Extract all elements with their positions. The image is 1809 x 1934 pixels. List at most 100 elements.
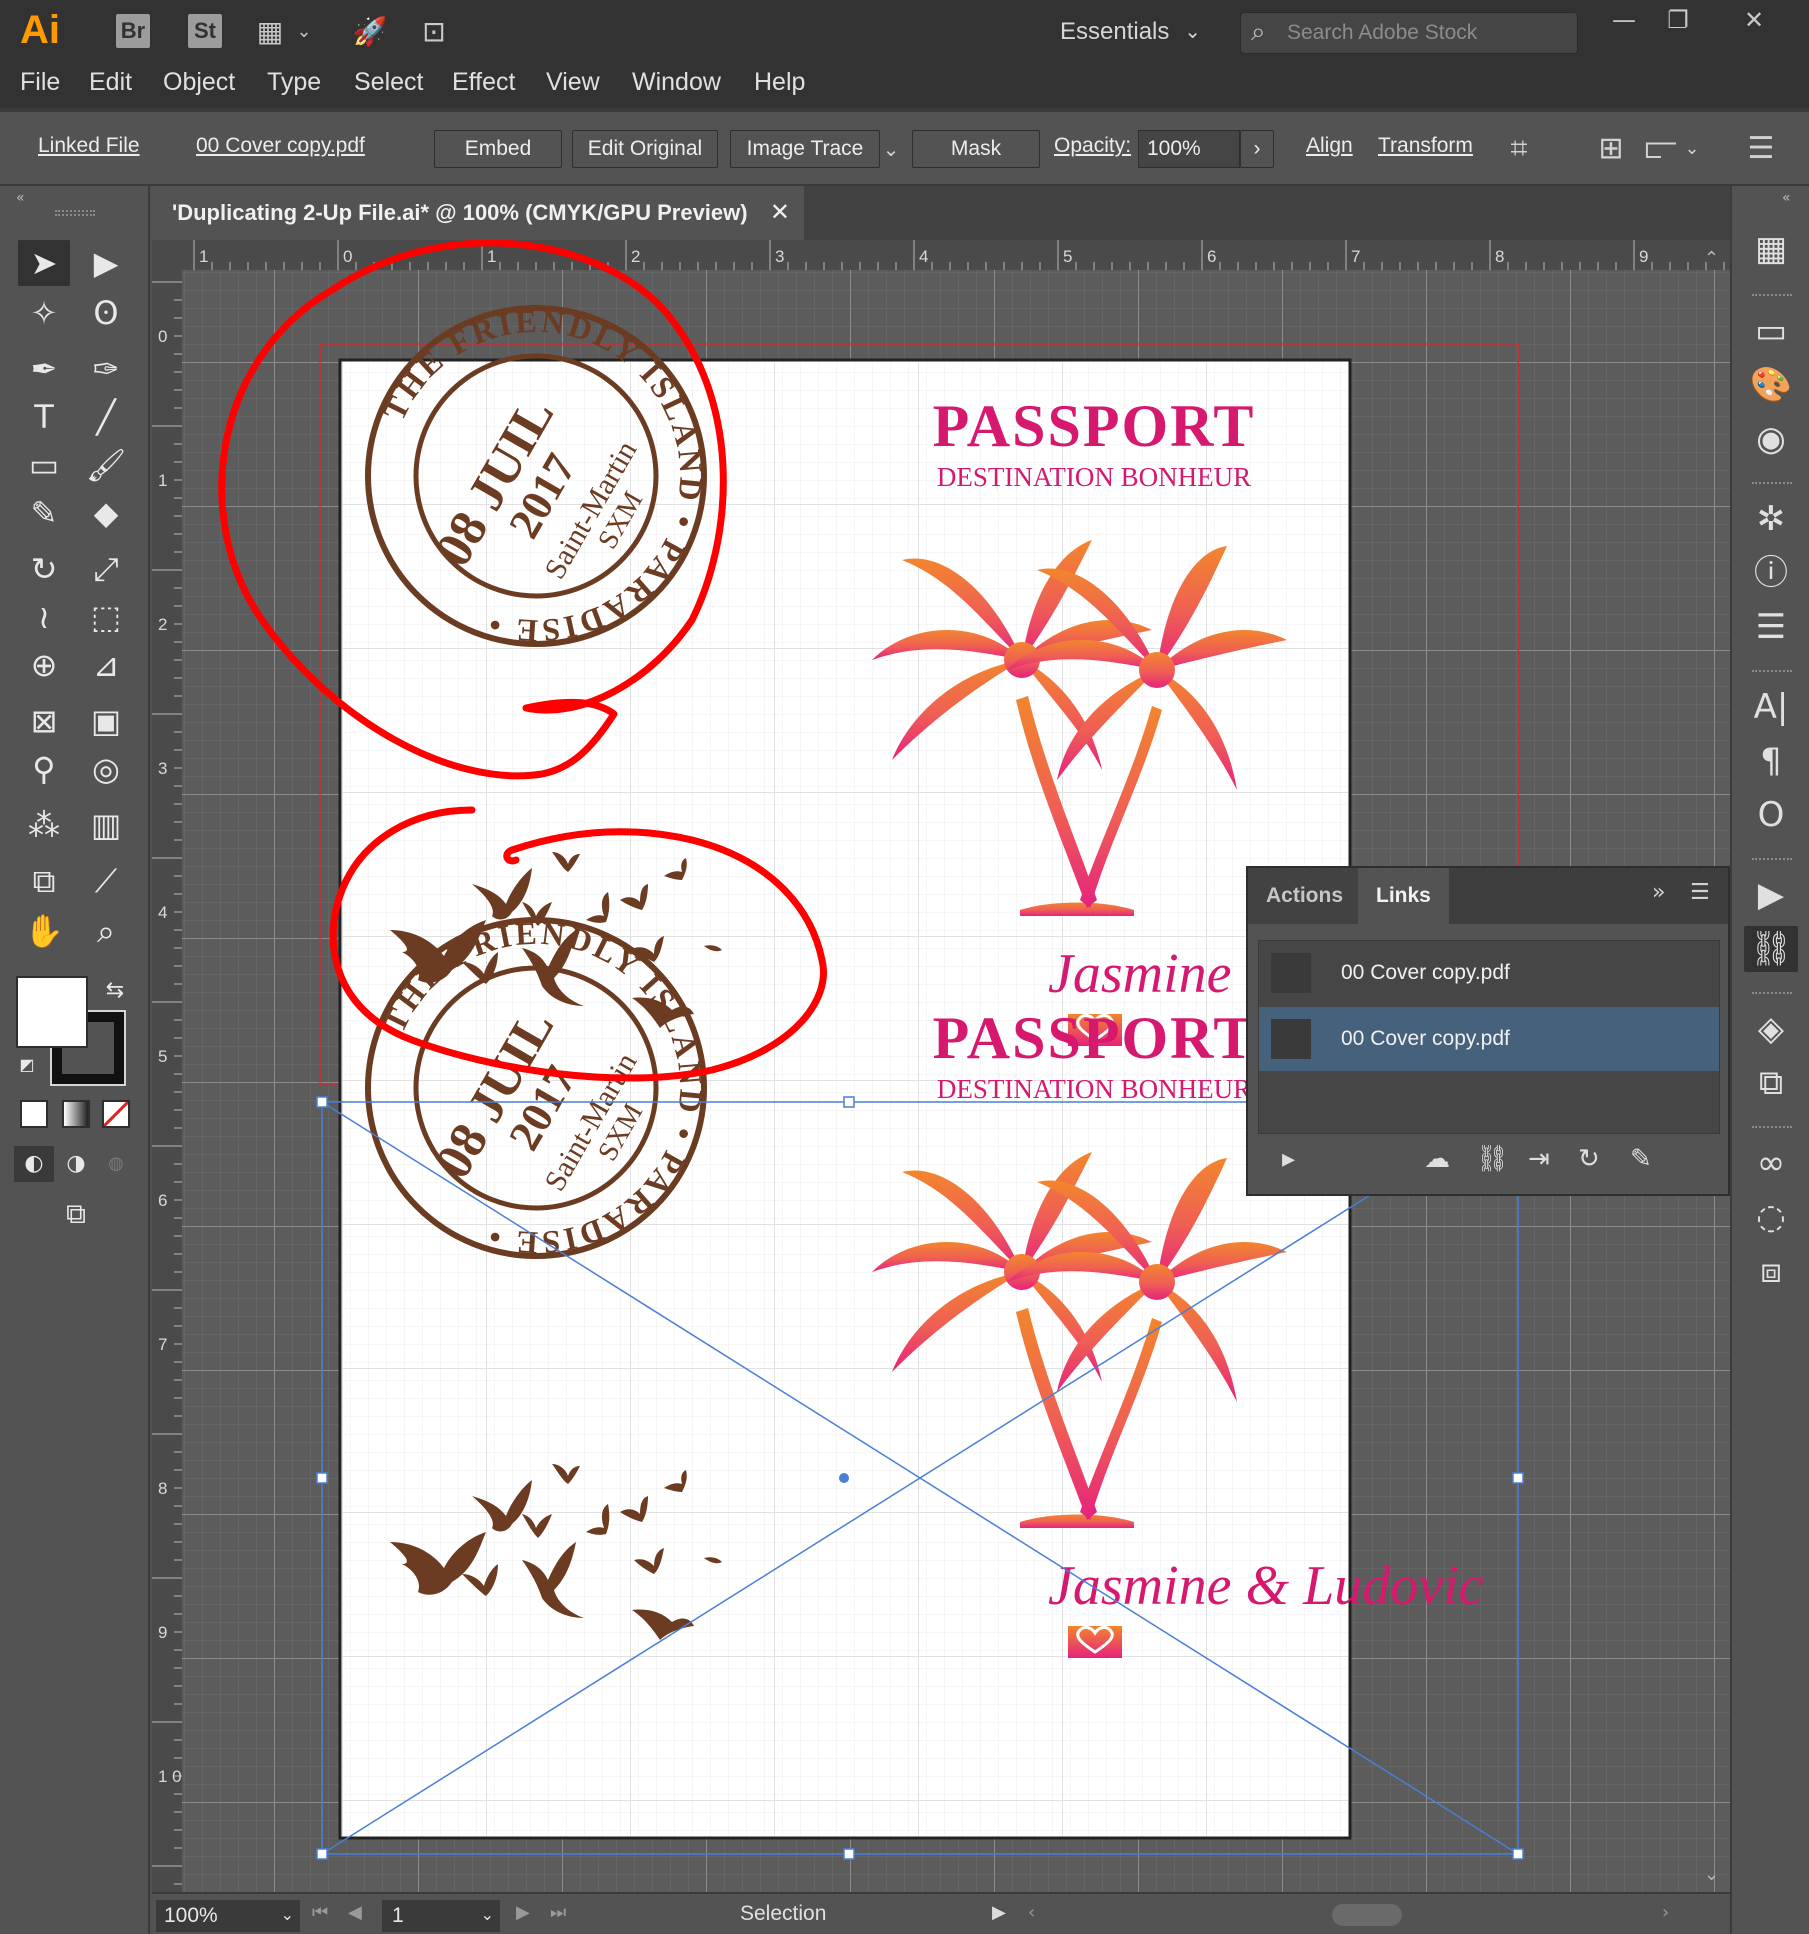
perspective-grid-tool-icon[interactable]: ⊿ — [80, 642, 132, 688]
close-icon[interactable]: ✕ — [770, 186, 790, 240]
export-for-screens-panel-icon[interactable]: ⧈ — [1744, 1248, 1798, 1294]
draw-inside-icon[interactable]: ◍ — [96, 1146, 136, 1182]
resize-handle[interactable] — [316, 1472, 328, 1484]
draw-normal-icon[interactable]: ◐ — [14, 1146, 54, 1182]
swatches-panel-icon[interactable]: ▦ — [1744, 226, 1798, 272]
update-link-icon[interactable]: ↻ — [1578, 1144, 1600, 1174]
panel-grip[interactable] — [1752, 294, 1792, 298]
color-mode-icon[interactable] — [20, 1100, 48, 1128]
panel-menu-icon[interactable]: ☰ — [1740, 128, 1782, 170]
fill-swatch[interactable] — [16, 976, 88, 1048]
menu-select[interactable]: Select — [354, 68, 423, 97]
collapse-panel-icon[interactable]: « — [16, 190, 25, 206]
panel-menu-icon[interactable]: ☰ — [1690, 880, 1710, 905]
gradient-panel-icon[interactable]: ▭ — [1744, 308, 1798, 354]
stock-search[interactable]: ⌕ — [1240, 12, 1578, 54]
panel-grip[interactable] — [1752, 1126, 1792, 1130]
panel-grip[interactable] — [1752, 992, 1792, 996]
panel-grip[interactable] — [1752, 858, 1792, 862]
artboards-panel-icon[interactable]: ⧉ — [1744, 1060, 1798, 1106]
scale-tool-icon[interactable]: ⤢ — [80, 546, 132, 592]
document-tab[interactable]: 'Duplicating 2-Up File.ai* @ 100% (CMYK/… — [152, 186, 804, 240]
gradient-tool-icon[interactable]: ▣ — [80, 698, 132, 744]
align-objects-icon[interactable]: ⫍ — [1640, 128, 1682, 170]
list-item[interactable]: 00 Cover copy.pdf — [1259, 941, 1719, 1005]
mask-button[interactable]: Mask — [912, 130, 1040, 168]
arrange-documents-icon[interactable]: ▦ — [250, 14, 290, 50]
hand-tool-icon[interactable]: ✋ — [18, 908, 70, 954]
stroke-panel-icon[interactable]: ☰ — [1744, 604, 1798, 650]
resize-handle[interactable] — [843, 1096, 855, 1108]
opacity-link[interactable]: Opacity: — [1054, 134, 1131, 158]
edit-original-icon[interactable]: ✎ — [1630, 1144, 1652, 1174]
menu-object[interactable]: Object — [163, 68, 235, 97]
zoom-tool-icon[interactable]: ⌕ — [80, 908, 132, 954]
chevron-down-icon[interactable]: ⌄ — [1680, 128, 1704, 170]
scroll-up-icon[interactable]: ⌃ — [1704, 248, 1719, 269]
bridge-button[interactable]: Br — [116, 14, 150, 48]
rectangle-tool-icon[interactable]: ▭ — [18, 442, 70, 488]
tab-actions[interactable]: Actions — [1248, 868, 1362, 924]
menu-window[interactable]: Window — [632, 68, 721, 97]
resize-handle[interactable] — [843, 1848, 855, 1860]
menu-help[interactable]: Help — [754, 68, 805, 97]
curvature-tool-icon[interactable]: ✑ — [80, 346, 132, 392]
maximize-button[interactable]: ❐ — [1646, 0, 1710, 40]
resize-handle[interactable] — [316, 1848, 328, 1860]
relink-from-cc-libraries-icon[interactable]: ☁ — [1424, 1144, 1450, 1174]
menu-file[interactable]: File — [20, 68, 60, 97]
gpu-performance-icon[interactable]: 🚀 — [350, 14, 390, 50]
links-panel-icon[interactable]: ⛓ — [1744, 926, 1798, 972]
lasso-tool-icon[interactable]: ʘ — [80, 290, 132, 336]
previous-artboard-icon[interactable]: ◀ — [348, 1902, 362, 1923]
shape-builder-tool-icon[interactable]: ⊕ — [18, 642, 70, 688]
symbol-sprayer-tool-icon[interactable]: ⁂ — [18, 802, 70, 848]
show-link-info-icon[interactable]: ▸ — [1282, 1144, 1295, 1174]
free-transform-tool-icon[interactable]: ⬚ — [80, 594, 132, 640]
actions-panel-icon[interactable]: ▶ — [1744, 872, 1798, 918]
layers-panel-icon[interactable]: ◈ — [1744, 1006, 1798, 1052]
panel-grip[interactable] — [55, 210, 95, 216]
zoom-level-dropdown[interactable]: 100% ⌄ — [156, 1900, 300, 1932]
stock-search-input[interactable] — [1287, 19, 1567, 47]
linked-file-name-link[interactable]: 00 Cover copy.pdf — [196, 134, 365, 158]
grid-arrange-icon[interactable]: ⊞ — [1590, 128, 1632, 170]
horizontal-ruler[interactable] — [152, 240, 1730, 270]
none-mode-icon[interactable] — [102, 1100, 130, 1128]
status-menu-icon[interactable]: ▶ — [992, 1902, 1006, 1923]
close-window-button[interactable]: ✕ — [1722, 0, 1786, 40]
default-fill-stroke-icon[interactable]: ◩ — [14, 1052, 40, 1078]
paintbrush-tool-icon[interactable]: 🖌 — [80, 442, 132, 488]
menu-edit[interactable]: Edit — [89, 68, 132, 97]
column-graph-tool-icon[interactable]: ▥ — [80, 802, 132, 848]
direct-selection-tool-icon[interactable]: ▶ — [80, 240, 132, 286]
mesh-tool-icon[interactable]: ⊠ — [18, 698, 70, 744]
resize-handle[interactable] — [1512, 1848, 1524, 1860]
align-link[interactable]: Align — [1306, 134, 1353, 158]
panel-grip[interactable] — [1752, 482, 1792, 486]
tab-links[interactable]: Links — [1358, 868, 1449, 924]
symbols-panel-icon[interactable]: ✲ — [1744, 496, 1798, 542]
artboard-number-dropdown[interactable]: 1 ⌄ — [382, 1900, 500, 1932]
cc-libraries-panel-icon[interactable]: ∞ — [1744, 1140, 1798, 1186]
rotate-tool-icon[interactable]: ↻ — [18, 546, 70, 592]
edit-original-button[interactable]: Edit Original — [572, 130, 718, 168]
opacity-input[interactable]: 100% — [1138, 130, 1240, 168]
expand-panels-icon[interactable]: « — [1782, 190, 1791, 206]
document-info-panel-icon[interactable]: ⓘ — [1744, 550, 1798, 596]
blend-tool-icon[interactable]: ◎ — [80, 746, 132, 792]
horizontal-scrollbar-thumb[interactable] — [1332, 1904, 1402, 1926]
gradient-mode-icon[interactable] — [62, 1100, 90, 1128]
slice-tool-icon[interactable]: ⟋ — [80, 858, 132, 904]
eyedropper-tool-icon[interactable]: ⚲ — [18, 746, 70, 792]
first-artboard-icon[interactable]: ⏮ — [312, 1902, 328, 1923]
paragraph-panel-icon[interactable]: ¶ — [1744, 738, 1798, 784]
magic-wand-tool-icon[interactable]: ✧ — [18, 290, 70, 336]
scroll-down-icon[interactable]: ⌄ — [1704, 1864, 1719, 1885]
resize-handle[interactable] — [1512, 1472, 1524, 1484]
opentype-panel-icon[interactable]: O — [1744, 792, 1798, 838]
panel-grip[interactable] — [1752, 670, 1792, 674]
color-guide-panel-icon[interactable]: 🎨 — [1744, 362, 1798, 408]
width-tool-icon[interactable]: ≀ — [18, 594, 70, 640]
stock-button[interactable]: St — [188, 14, 222, 48]
